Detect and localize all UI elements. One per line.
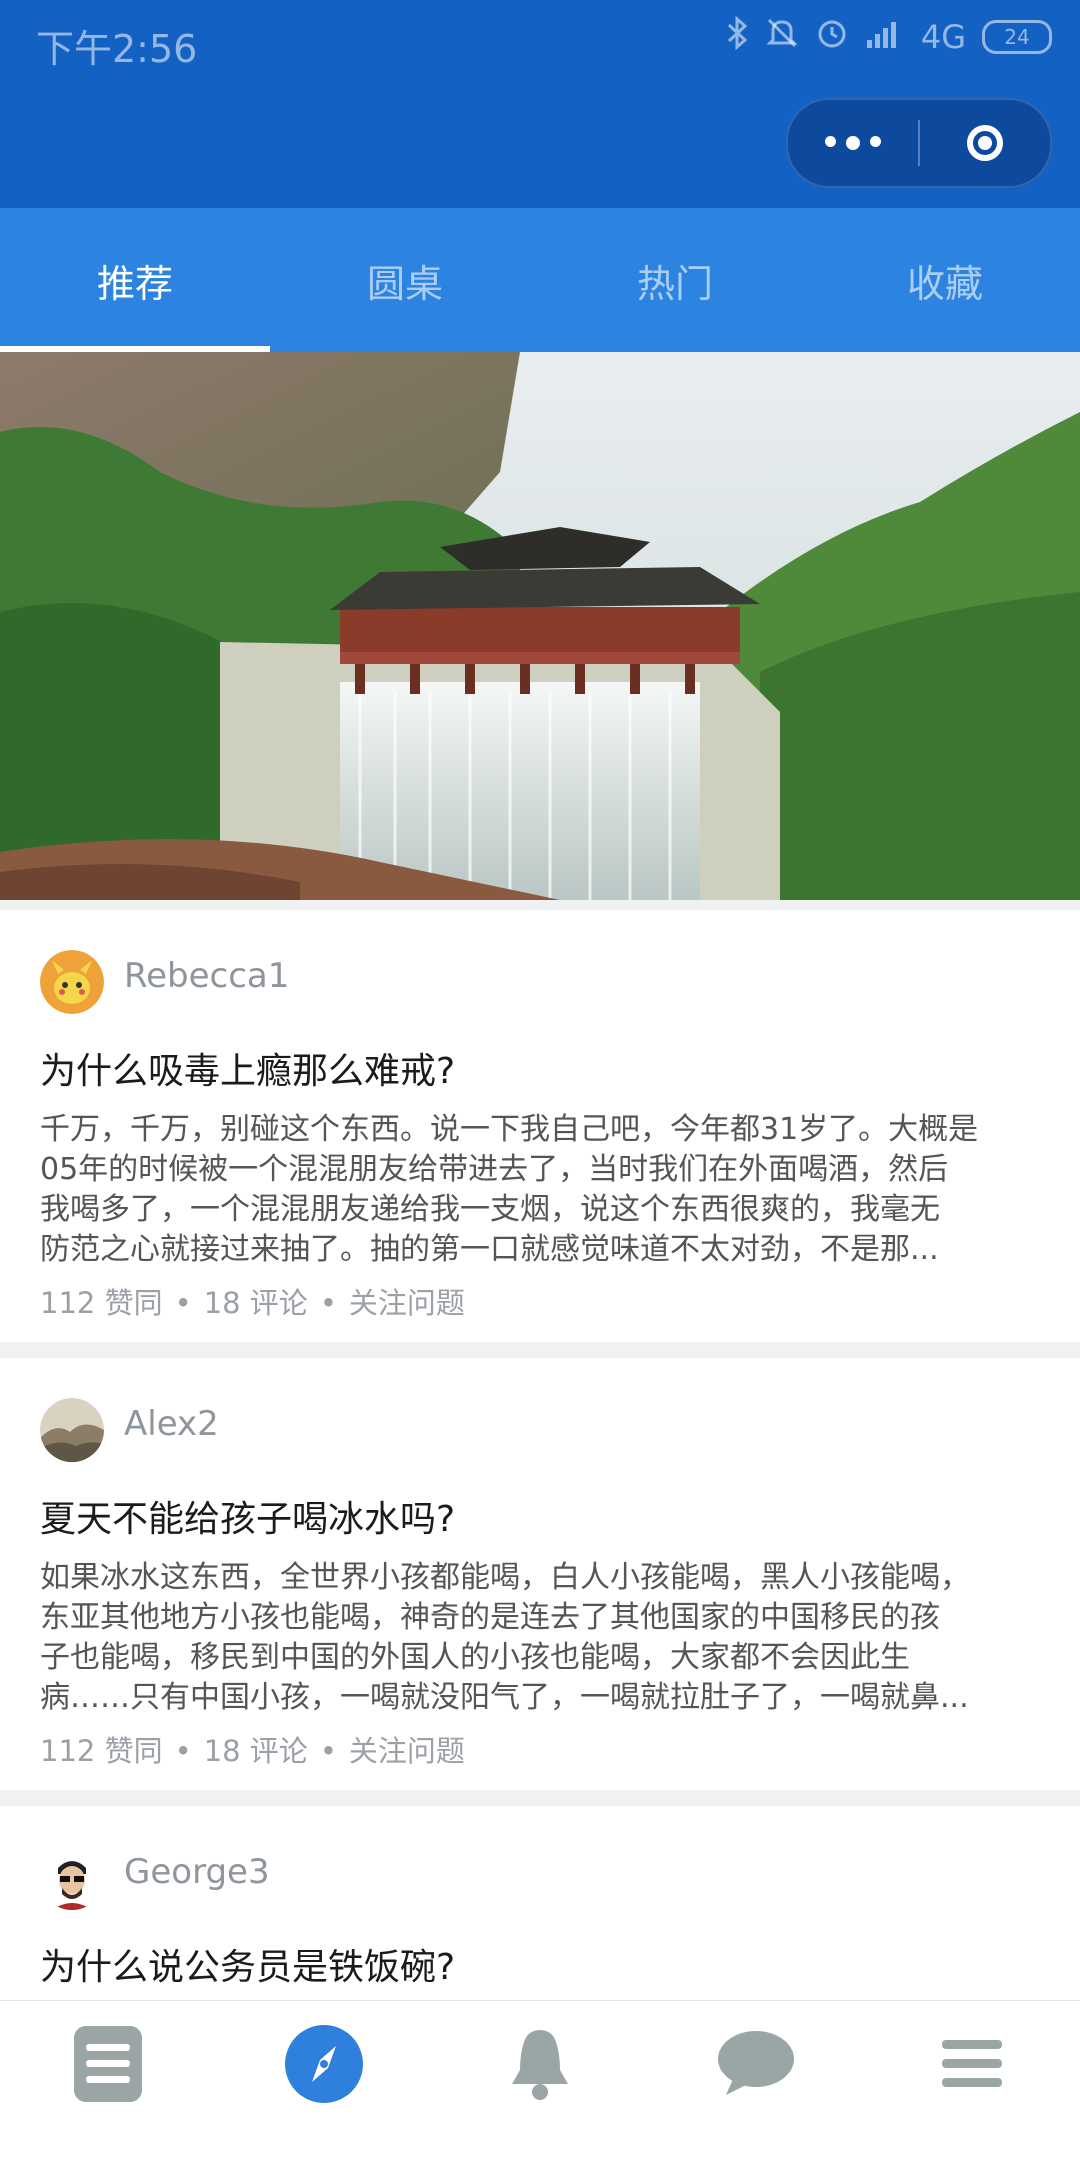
- follow-question-link[interactable]: 关注问题: [349, 1734, 465, 1768]
- network-type: 4G: [920, 18, 966, 56]
- nav-home[interactable]: [0, 2001, 216, 2131]
- answer-excerpt[interactable]: 千万，千万，别碰这个东西。说一下我自己吧，今年都31岁了。大概是 05年的时候被…: [40, 1110, 1040, 1270]
- author-name[interactable]: Alex2: [124, 1404, 219, 1444]
- mute-bell-icon: [765, 16, 799, 58]
- nav-messages[interactable]: [648, 2001, 864, 2131]
- comments-count[interactable]: 18 评论: [204, 1734, 308, 1768]
- document-list-icon: [72, 2024, 144, 2108]
- avatar[interactable]: [40, 1398, 104, 1462]
- excerpt-line: 我喝多了，一个混混朋友递给我一支烟，说这个东西很爽的，我毫无: [40, 1192, 940, 1227]
- avatar[interactable]: [40, 1846, 104, 1910]
- status-bar: 下午2:56 4G 24: [0, 0, 1080, 80]
- signal-icon: [865, 18, 905, 56]
- tab-bar: 推荐 圆桌 热门 收藏: [0, 208, 1080, 352]
- close-button[interactable]: [920, 100, 1050, 186]
- status-time: 下午2:56: [36, 27, 198, 71]
- battery-icon: 24: [982, 20, 1052, 54]
- status-icons: 4G 24: [725, 15, 1052, 58]
- tab-favorites[interactable]: 收藏: [810, 208, 1080, 352]
- excerpt-line: 东亚其他地方小孩也能喝，神奇的是连去了其他国家的中国移民的孩: [40, 1600, 940, 1635]
- avatar[interactable]: [40, 950, 104, 1014]
- card-meta: 112 赞同 • 18 评论 • 关注问题: [40, 1734, 465, 1768]
- likes-count: 112 赞同: [40, 1734, 163, 1768]
- bell-icon: [508, 2026, 572, 2106]
- excerpt-line: 子也能喝，移民到中国的外国人的小孩也能喝，大家都不会因此生: [40, 1640, 910, 1675]
- question-title[interactable]: 为什么吸毒上瘾那么难戒?: [40, 1042, 455, 1094]
- nav-menu[interactable]: [864, 2001, 1080, 2131]
- compass-icon: [284, 2024, 364, 2108]
- target-circle-icon: [967, 125, 1003, 161]
- battery-level: 24: [1004, 25, 1030, 49]
- nav-discover[interactable]: [216, 2001, 432, 2131]
- tab-roundtable[interactable]: 圆桌: [270, 208, 540, 352]
- feed-card[interactable]: Alex2 夏天不能给孩子喝冰水吗? 如果冰水这东西，全世界小孩都能喝，白人小孩…: [0, 1358, 1080, 1790]
- feed-card[interactable]: Rebecca1 为什么吸毒上瘾那么难戒? 千万，千万，别碰这个东西。说一下我自…: [0, 910, 1080, 1342]
- comments-count[interactable]: 18 评论: [204, 1286, 308, 1320]
- answer-excerpt[interactable]: 如果冰水这东西，全世界小孩都能喝，白人小孩能喝，黑人小孩能喝， 东亚其他地方小孩…: [40, 1558, 1040, 1718]
- excerpt-line: 病……只有中国小孩，一喝就没阳气了，一喝就拉肚子了，一喝就鼻...: [40, 1680, 969, 1715]
- feed-card[interactable]: George3 为什么说公务员是铁饭碗?: [0, 1806, 1080, 2006]
- nav-notifications[interactable]: [432, 2001, 648, 2131]
- bottom-navigation: [0, 2000, 1080, 2161]
- chat-bubble-icon: [716, 2029, 796, 2103]
- excerpt-line: 如果冰水这东西，全世界小孩都能喝，白人小孩能喝，黑人小孩能喝，: [40, 1560, 970, 1595]
- excerpt-line: 05年的时候被一个混混朋友给带进去了，当时我们在外面喝酒，然后: [40, 1152, 949, 1187]
- excerpt-line: 千万，千万，别碰这个东西。说一下我自己吧，今年都31岁了。大概是: [40, 1112, 979, 1147]
- banner-image[interactable]: [0, 352, 1080, 900]
- tab-hot[interactable]: 热门: [540, 208, 810, 352]
- bluetooth-icon: [725, 15, 749, 58]
- question-title[interactable]: 夏天不能给孩子喝冰水吗?: [40, 1490, 455, 1542]
- likes-count: 112 赞同: [40, 1286, 163, 1320]
- author-name[interactable]: Rebecca1: [124, 956, 289, 996]
- tab-recommend[interactable]: 推荐: [0, 208, 270, 352]
- menu-icon: [940, 2036, 1004, 2096]
- excerpt-line: 防范之心就接过来抽了。抽的第一口就感觉味道不太对劲，不是那...: [40, 1232, 939, 1267]
- alarm-icon: [815, 16, 849, 58]
- more-button[interactable]: [788, 100, 918, 186]
- follow-question-link[interactable]: 关注问题: [349, 1286, 465, 1320]
- question-title[interactable]: 为什么说公务员是铁饭碗?: [40, 1938, 455, 1990]
- top-bar: 下午2:56 4G 24: [0, 0, 1080, 208]
- mini-program-capsule: [786, 98, 1052, 188]
- more-dots-icon: [825, 136, 881, 150]
- card-meta: 112 赞同 • 18 评论 • 关注问题: [40, 1286, 465, 1320]
- author-name[interactable]: George3: [124, 1852, 270, 1892]
